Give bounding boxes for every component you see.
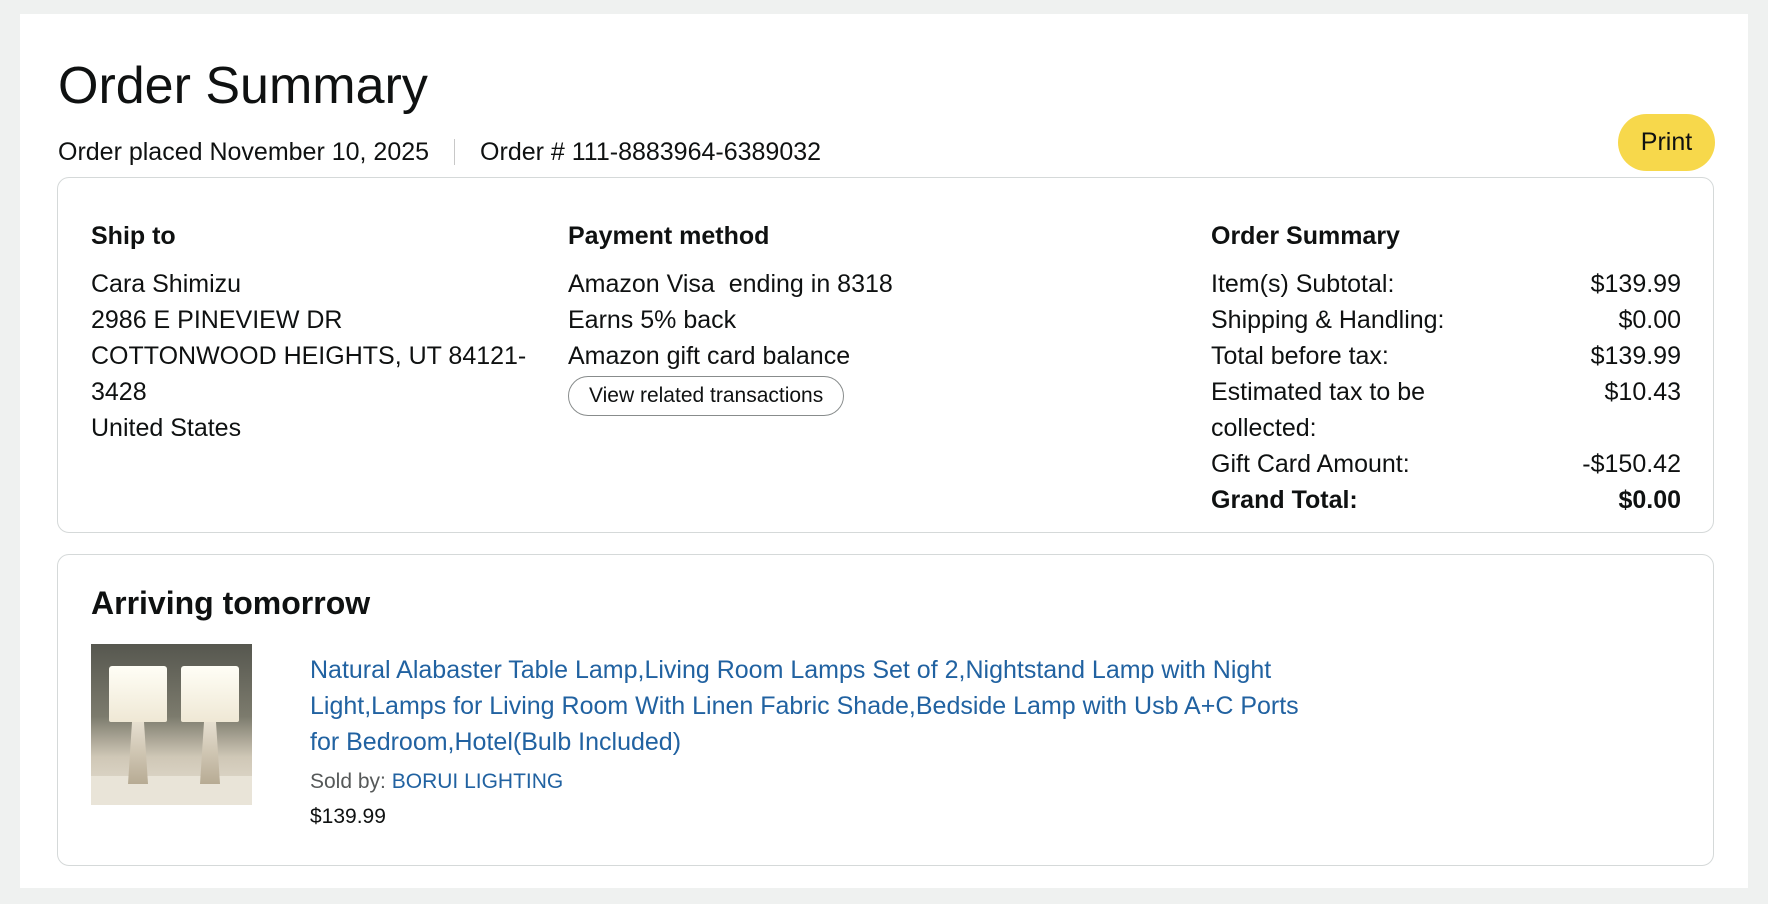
- delivery-status: Arriving tomorrow: [91, 585, 371, 621]
- summary-label: Total before tax:: [1211, 342, 1389, 370]
- grand-total-value: $0.00: [1618, 486, 1681, 514]
- order-placed-date: Order placed November 10, 2025: [58, 138, 430, 166]
- summary-label: Gift Card Amount:: [1211, 450, 1410, 478]
- order-meta: Order placed November 10, 2025 Order # 1…: [58, 136, 821, 168]
- summary-label: Item(s) Subtotal:: [1211, 270, 1395, 298]
- summary-value: $10.43: [1604, 378, 1681, 406]
- sold-by-label: Sold by:: [310, 770, 386, 793]
- order-summary-section: Order Summary Item(s) Subtotal: $139.99 …: [1211, 220, 1681, 518]
- summary-row-shipping: Shipping & Handling: $0.00: [1211, 302, 1681, 338]
- shipment-card: Arriving tomorrow Natural Alabaster Tabl…: [57, 554, 1714, 866]
- summary-value: $139.99: [1590, 342, 1681, 370]
- payment-method-section: Payment method Amazon Visa ending in 831…: [568, 220, 1128, 416]
- summary-row-before-tax: Total before tax: $139.99: [1211, 338, 1681, 374]
- seller-link[interactable]: BORUI LIGHTING: [392, 770, 564, 793]
- order-summary-page: Order Summary Order placed November 10, …: [20, 14, 1748, 888]
- summary-row-grand-total: Grand Total: $0.00: [1211, 482, 1681, 518]
- lamp-shade-right: [181, 666, 239, 722]
- card-ending: ending in 8318: [728, 270, 893, 298]
- page-title: Order Summary: [58, 57, 428, 115]
- ship-to-heading: Ship to: [91, 222, 176, 250]
- grand-total-label: Grand Total:: [1211, 486, 1358, 514]
- summary-row-tax: Estimated tax to be collected: $10.43: [1211, 374, 1681, 446]
- summary-value: $139.99: [1590, 270, 1681, 298]
- order-number: Order # 111-8883964-6389032: [480, 138, 822, 166]
- product-image-table: [91, 776, 252, 805]
- product-image[interactable]: [91, 644, 252, 805]
- print-button[interactable]: Print: [1618, 114, 1715, 171]
- address-city: COTTONWOOD HEIGHTS, UT 84121-3428: [91, 342, 527, 406]
- order-info-card: Ship to Cara Shimizu 2986 E PINEVIEW DR …: [57, 177, 1714, 533]
- payment-heading: Payment method: [568, 222, 770, 250]
- lamp-shade-left: [109, 666, 167, 722]
- card-rewards: Earns 5% back: [568, 306, 737, 334]
- gift-card-balance: Amazon gift card balance: [568, 342, 851, 370]
- card-line: Amazon Visa ending in 8318: [568, 266, 1128, 302]
- summary-row-subtotal: Item(s) Subtotal: $139.99: [1211, 266, 1681, 302]
- recipient-name: Cara Shimizu: [91, 270, 242, 298]
- meta-divider: [454, 139, 456, 165]
- view-related-transactions-button[interactable]: View related transactions: [568, 376, 845, 416]
- item-price: $139.99: [310, 805, 386, 828]
- address-street: 2986 E PINEVIEW DR: [91, 306, 343, 334]
- ship-to-section: Ship to Cara Shimizu 2986 E PINEVIEW DR …: [91, 220, 531, 446]
- summary-label: Estimated tax to be collected:: [1211, 378, 1426, 442]
- lamp-base-right: [200, 722, 220, 784]
- lamp-base-left: [128, 722, 148, 784]
- sold-by: Sold by: BORUI LIGHTING: [310, 768, 563, 796]
- address-country: United States: [91, 414, 242, 442]
- summary-row-gift-card: Gift Card Amount: -$150.42: [1211, 446, 1681, 482]
- summary-value: -$150.42: [1582, 450, 1681, 478]
- summary-value: $0.00: [1618, 306, 1681, 334]
- product-title-link[interactable]: Natural Alabaster Table Lamp,Living Room…: [310, 652, 1310, 760]
- card-brand: Amazon Visa: [568, 270, 715, 298]
- summary-label: Shipping & Handling:: [1211, 306, 1445, 334]
- order-summary-heading: Order Summary: [1211, 222, 1400, 250]
